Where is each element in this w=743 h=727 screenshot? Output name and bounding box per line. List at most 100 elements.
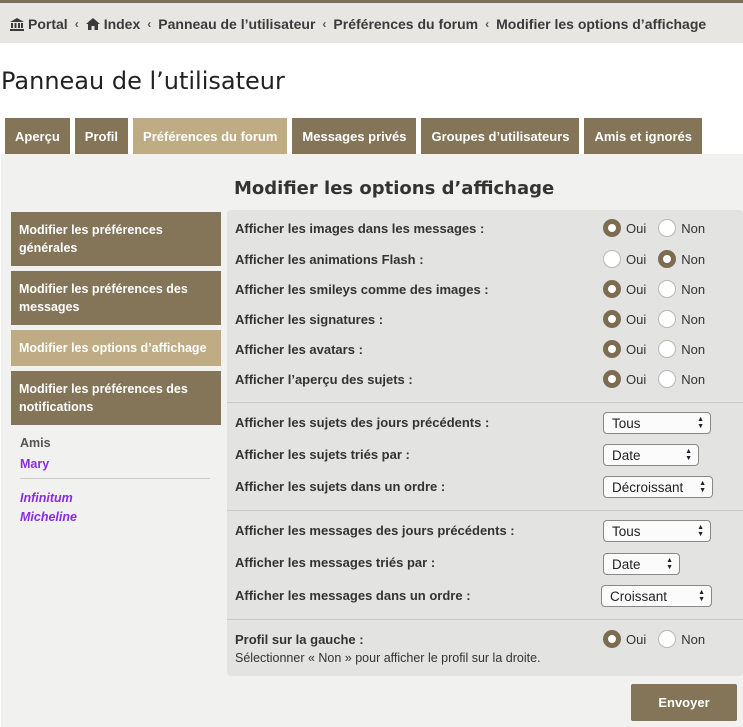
breadcrumb-view-options[interactable]: ‹ Modifier les options d’affichage [478,16,706,32]
radio-label-oui: Oui [626,251,647,267]
radio-non[interactable] [658,340,677,358]
tab-forum-preferences[interactable]: Préférences du forum [133,118,288,154]
chevron-left-icon: ‹ [322,17,327,31]
radio-label-oui: Oui [626,341,647,357]
home-icon [85,18,100,30]
radio-label-oui: Oui [626,220,647,236]
breadcrumb-index[interactable]: ‹ Index [68,16,141,32]
sidenav-item-notification-preferences[interactable]: Modifier les préférences des notificatio… [11,371,221,425]
profile-left-radio-group: Oui Non [603,630,705,648]
radio-non[interactable] [658,219,677,237]
select-arrows-icon: ▲ ▼ [698,589,705,603]
friends-list: Amis Mary Infinitum Micheline [20,436,210,529]
post-order-select[interactable]: Croissant ▲ ▼ [601,585,712,607]
view-options-form: Afficher les images dans les messages : O… [227,210,743,676]
radio-label-non: Non [681,631,706,647]
select-arrows-icon: ▲ ▼ [697,524,704,538]
radio-label-oui: Oui [626,281,647,297]
radio-oui[interactable] [603,340,621,358]
select-arrows-icon: ▲ ▼ [697,416,704,430]
sidenav-item-view-options[interactable]: Modifier les options d’affichage [11,330,221,366]
divider [227,402,743,403]
radio-label-non: Non [681,281,706,297]
radio-oui[interactable] [603,250,621,268]
select-arrows-icon: ▲ ▼ [666,557,673,571]
tab-private-messages[interactable]: Messages privés [292,118,417,154]
radio-oui[interactable] [603,630,621,648]
radio-label-non: Non [681,341,706,357]
post-days-select[interactable]: Tous ▲ ▼ [603,520,711,542]
radio-non[interactable] [658,250,677,268]
radio-non[interactable] [658,310,677,328]
breadcrumb-label[interactable]: Index [104,16,141,32]
topic-order-select[interactable]: Décroissant ▲ ▼ [603,476,713,498]
option-radio-group: Oui Non [603,310,705,328]
breadcrumb-label[interactable]: Modifier les options d’affichage [496,16,706,32]
tab-bar: Aperçu Profil Préférences du forum Messa… [5,118,702,154]
select-value: Tous [612,523,641,539]
breadcrumb: Portal ‹ Index ‹ Panneau de l’utilisateu… [10,16,706,32]
select-value: Date [612,556,641,572]
friend-online-link[interactable]: Mary [20,457,210,471]
option-radio-group: Oui Non [603,340,705,358]
option-label: Afficher l’aperçu des sujets : [235,372,413,387]
option-label: Afficher les signatures : [235,312,384,327]
select-value: Décroissant [612,479,684,495]
section-title: Modifier les options d’affichage [234,178,555,199]
select-arrows-icon: ▲ ▼ [699,480,706,494]
select-value: Tous [612,415,641,431]
friend-offline-link[interactable]: Infinitum [20,491,210,505]
post-sort-select[interactable]: Date ▲ ▼ [603,553,680,575]
sidenav-item-general-preferences[interactable]: Modifier les préférences générales [11,212,221,266]
profile-left-label: Profil sur la gauche : [235,632,364,647]
select-value: Date [612,447,641,463]
breadcrumb-label[interactable]: Préférences du forum [333,16,478,32]
post-days-label: Afficher les messages des jours précéden… [235,523,515,538]
breadcrumb-label[interactable]: Portal [28,16,68,32]
radio-label-non: Non [681,311,706,327]
option-label: Afficher les images dans les messages : [235,221,485,236]
page-title: Panneau de l’utilisateur [1,67,285,95]
chevron-left-icon: ‹ [74,17,79,31]
chevron-left-icon: ‹ [147,17,152,31]
divider [20,478,210,479]
chevron-left-icon: ‹ [485,17,490,31]
radio-label-non: Non [681,220,706,236]
tab-friends-foes[interactable]: Amis et ignorés [584,118,702,154]
select-arrows-icon: ▲ ▼ [685,448,692,462]
option-label: Afficher les smileys comme des images : [235,282,489,297]
radio-non[interactable] [658,280,677,298]
radio-oui[interactable] [603,280,621,298]
friend-offline-link[interactable]: Micheline [20,510,210,524]
radio-oui[interactable] [603,370,621,388]
tab-profile[interactable]: Profil [74,118,129,154]
radio-oui[interactable] [603,310,621,328]
sidenav-item-post-preferences[interactable]: Modifier les préférences des messages [11,271,221,325]
topic-days-select[interactable]: Tous ▲ ▼ [603,412,711,434]
radio-label-non: Non [681,371,706,387]
breadcrumb-forum-prefs[interactable]: ‹ Préférences du forum [315,16,478,32]
topic-sort-label: Afficher les sujets triés par : [235,447,410,462]
topic-days-label: Afficher les sujets des jours précédents… [235,415,490,430]
post-sort-label: Afficher les messages triés par : [235,555,436,570]
radio-label-oui: Oui [626,311,647,327]
divider [227,619,743,620]
breadcrumb-portal[interactable]: Portal [10,16,68,32]
option-radio-group: Oui Non [603,250,705,268]
breadcrumb-ucp[interactable]: ‹ Panneau de l’utilisateur [140,16,315,32]
breadcrumb-label[interactable]: Panneau de l’utilisateur [158,16,315,32]
tab-overview[interactable]: Aperçu [5,118,70,154]
institution-icon [10,17,24,31]
submit-button[interactable]: Envoyer [631,684,737,721]
radio-label-non: Non [681,251,706,267]
topic-order-label: Afficher les sujets dans un ordre : [235,479,446,494]
radio-non[interactable] [658,630,677,648]
topic-sort-select[interactable]: Date ▲ ▼ [603,444,699,466]
option-label: Afficher les animations Flash : [235,252,424,267]
option-radio-group: Oui Non [603,219,705,237]
radio-oui[interactable] [603,219,621,237]
tab-user-groups[interactable]: Groupes d’utilisateurs [421,118,580,154]
radio-non[interactable] [658,370,677,388]
post-order-label: Afficher les messages dans un ordre : [235,588,471,603]
friends-heading: Amis [20,436,51,450]
